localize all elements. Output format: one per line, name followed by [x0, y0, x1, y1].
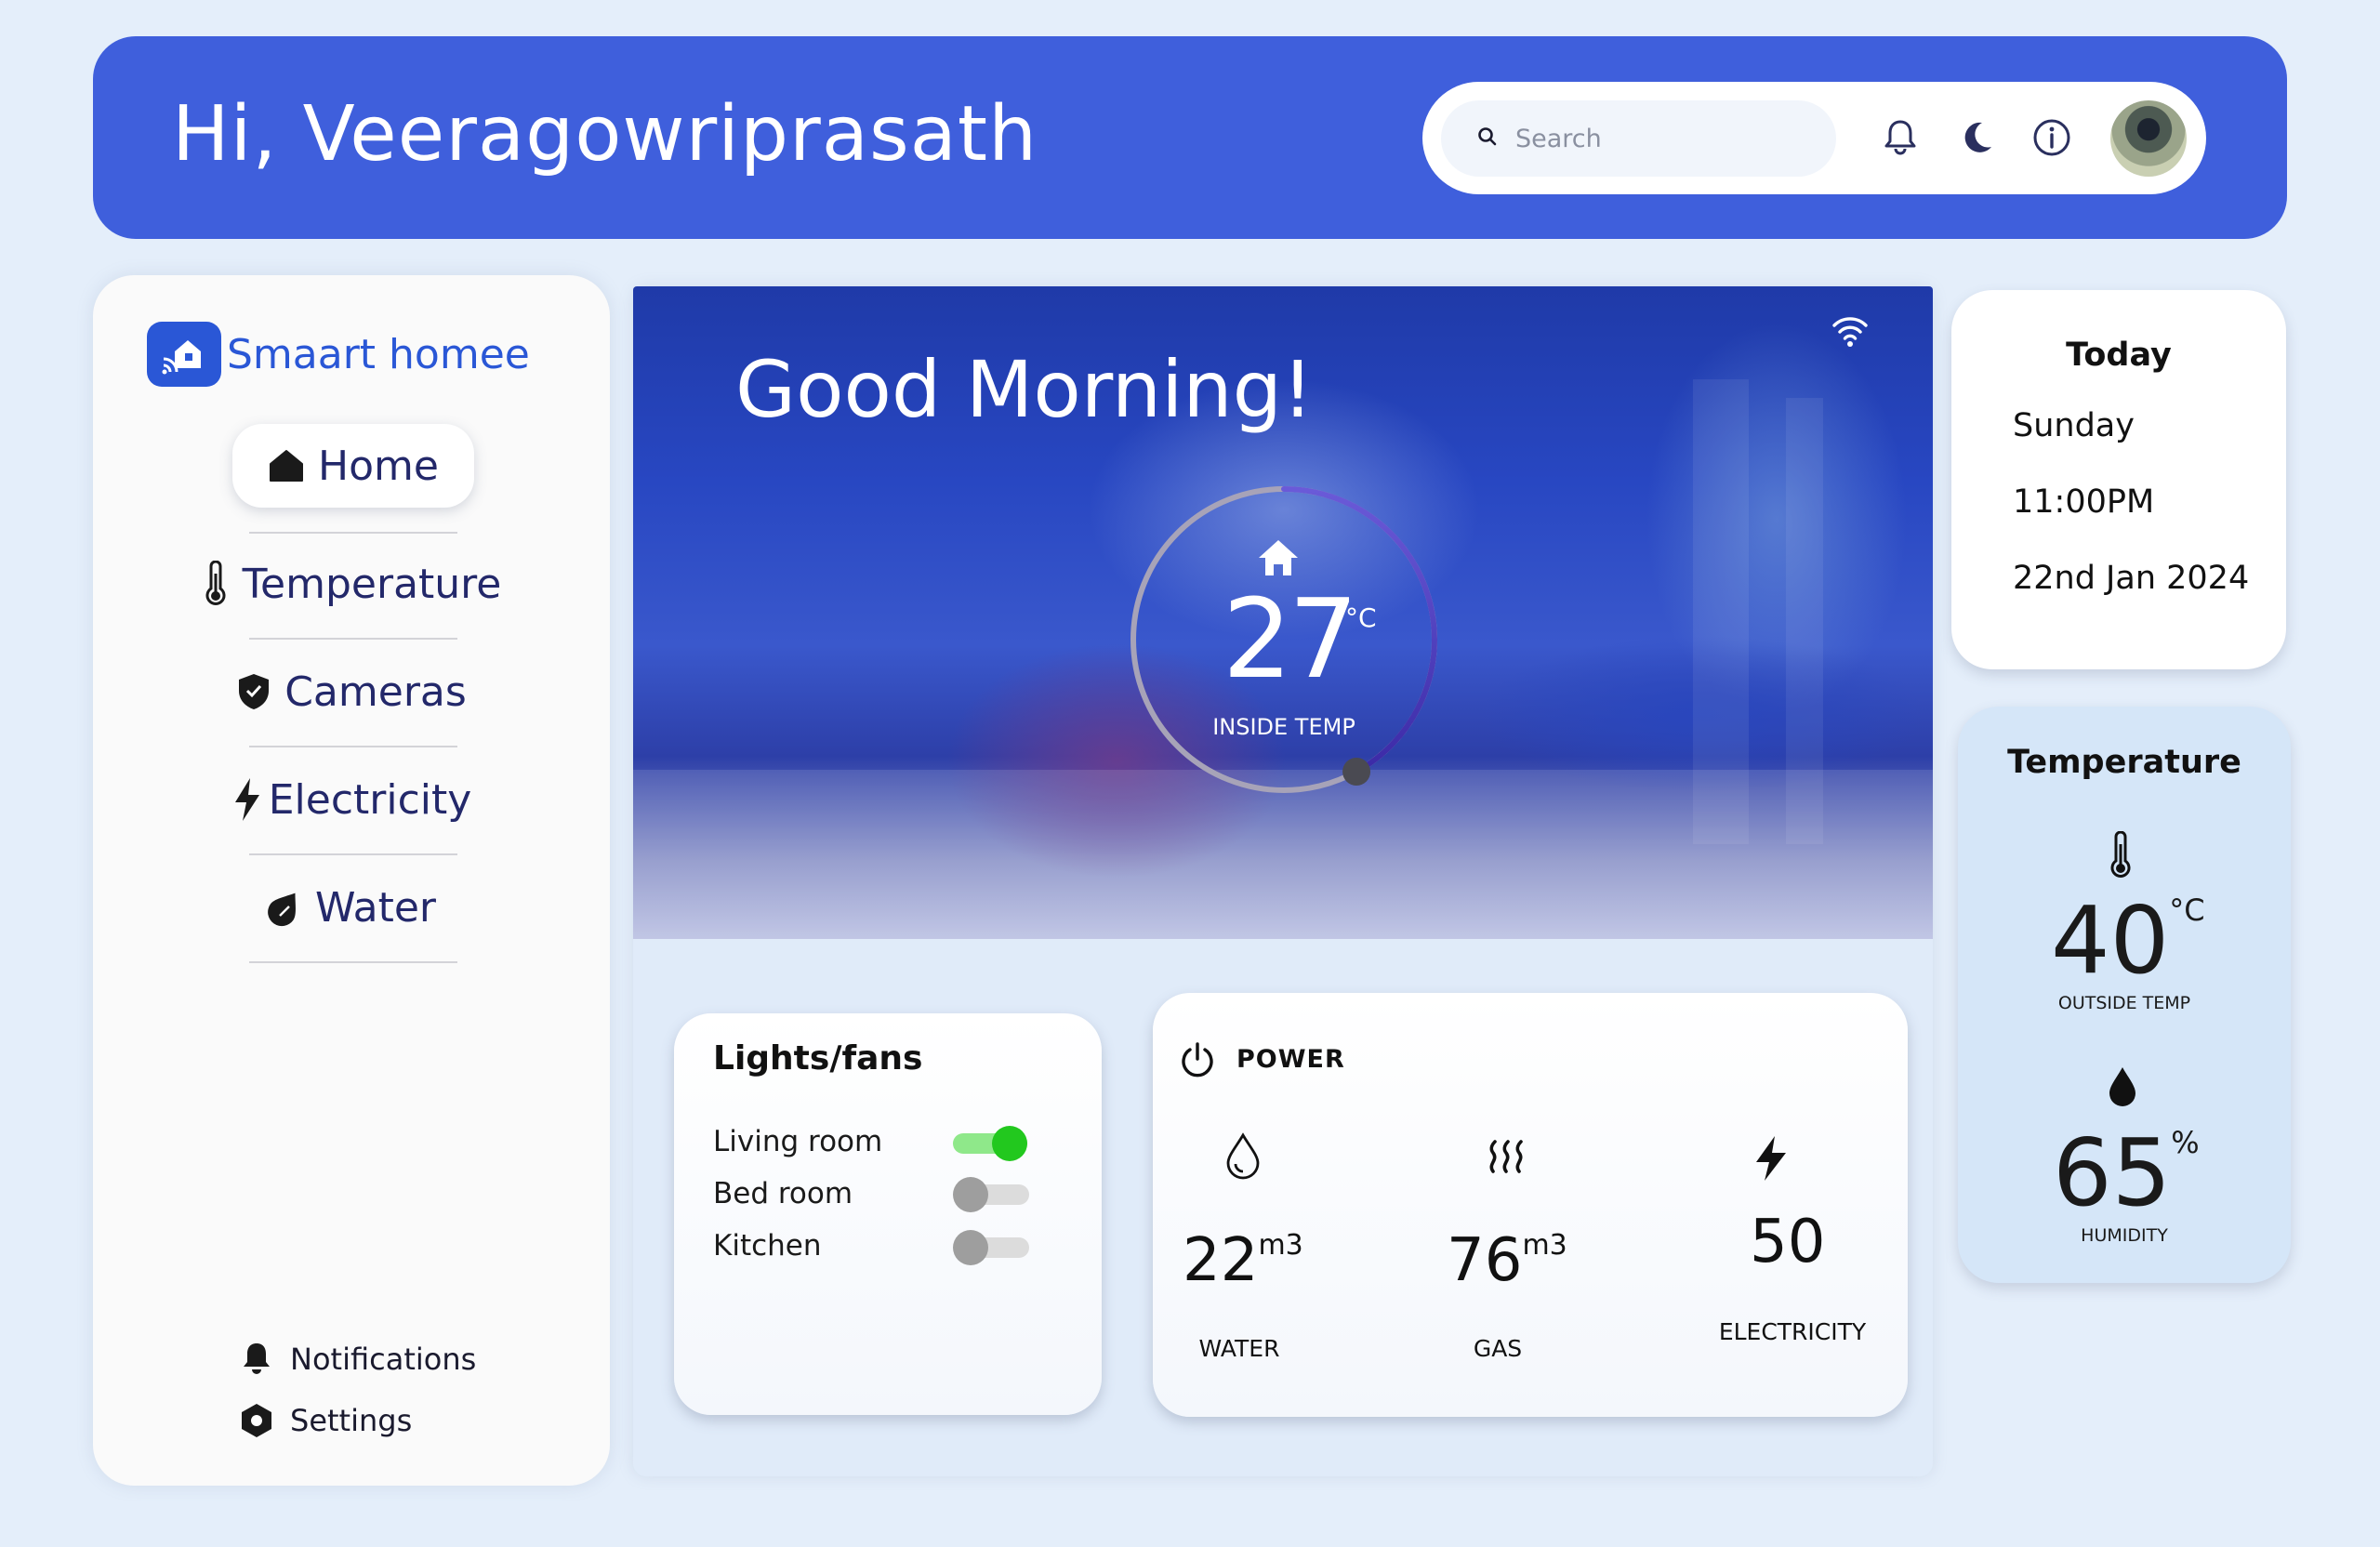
brand[interactable]: Smaart homee	[147, 322, 530, 387]
sidebar-item-label: Electricity	[268, 775, 472, 824]
electricity-usage: 50	[1750, 1212, 1825, 1272]
outside-temp-unit: °C	[2169, 892, 2205, 928]
sidebar-item-electricity[interactable]: Electricity	[93, 762, 610, 837]
gas-usage: 76m3	[1447, 1229, 1567, 1290]
water-usage: 22m3	[1183, 1229, 1303, 1290]
power-title: POWER	[1236, 1045, 1345, 1074]
avatar[interactable]	[2110, 100, 2187, 177]
bolt-icon	[1752, 1134, 1790, 1186]
power-icon[interactable]	[1179, 1041, 1216, 1082]
sidebar-item-temperature[interactable]: Temperature	[93, 547, 610, 621]
search-input[interactable]	[1515, 124, 1794, 153]
sidebar-item-label: Notifications	[290, 1342, 477, 1377]
room-label-living: Living room	[713, 1125, 883, 1158]
bolt-icon	[231, 776, 263, 823]
smart-home-logo-icon	[147, 322, 221, 387]
sidebar: Smaart homee Home Temperature Cameras El…	[93, 275, 610, 1486]
temperature-card: Temperature 40°C OUTSIDE TEMP 65% HUMIDI…	[1958, 707, 2291, 1283]
divider	[249, 746, 457, 747]
header-toolbar	[1422, 82, 2206, 194]
sidebar-item-label: Settings	[290, 1403, 413, 1438]
bell-icon	[238, 1341, 275, 1378]
sidebar-item-label: Home	[318, 442, 439, 490]
sidebar-item-label: Cameras	[284, 668, 467, 716]
sidebar-item-water[interactable]: Water	[93, 870, 610, 945]
electricity-value: 50	[1750, 1208, 1826, 1276]
bell-icon[interactable]	[1878, 115, 1923, 160]
water-label: WATER	[1198, 1335, 1280, 1362]
toggle-kitchen[interactable]	[953, 1230, 1029, 1265]
inside-temp-unit: °C	[1345, 602, 1377, 633]
dial-handle[interactable]	[1342, 757, 1371, 786]
toggle-living-room[interactable]	[953, 1126, 1027, 1161]
room-label-bedroom: Bed room	[713, 1177, 853, 1210]
home-icon	[268, 448, 305, 483]
gas-label: GAS	[1473, 1335, 1523, 1362]
humidity-unit: %	[2171, 1125, 2200, 1160]
toggle-knob	[953, 1230, 988, 1265]
hero-banner: Good Morning! 27 °C INSIDE TEMP	[633, 286, 1933, 939]
hero-title: Good Morning!	[735, 344, 1314, 435]
brand-name: Smaart homee	[227, 330, 530, 378]
sidebar-item-notifications[interactable]: Notifications	[238, 1341, 476, 1378]
moon-icon[interactable]	[1954, 115, 1999, 160]
settings-icon	[238, 1402, 275, 1439]
humidity-value: 65	[2053, 1118, 2172, 1227]
water-drop-icon	[1223, 1132, 1263, 1184]
toggle-knob	[992, 1126, 1027, 1161]
greeting-title: Hi, Veeragowriprasath	[172, 90, 1038, 178]
today-time: 11:00PM	[2013, 483, 2155, 521]
shield-icon	[236, 672, 271, 711]
outside-temp-value: 40	[2051, 886, 2170, 995]
divider	[249, 961, 457, 963]
toggle-bed-room[interactable]	[953, 1177, 1029, 1212]
search-bar[interactable]	[1441, 100, 1836, 177]
divider	[249, 638, 457, 640]
today-title: Today	[2066, 337, 2172, 374]
thermometer-icon	[202, 561, 230, 607]
search-icon	[1476, 126, 1499, 152]
sidebar-item-cameras[interactable]: Cameras	[93, 654, 610, 729]
sidebar-item-label: Temperature	[242, 560, 502, 608]
humidity: 65%	[2053, 1125, 2200, 1220]
today-date: 22nd Jan 2024	[2013, 560, 2250, 597]
sidebar-item-label: Water	[314, 883, 437, 932]
sidebar-item-settings[interactable]: Settings	[238, 1402, 412, 1439]
power-card: POWER 22m3 WATER 76m3 GAS 50 ELECTRICITY	[1153, 993, 1908, 1417]
thermometer-icon	[2108, 830, 2134, 883]
info-icon[interactable]	[2030, 115, 2074, 160]
temperature-card-title: Temperature	[2007, 744, 2241, 781]
water-drop-icon	[2107, 1065, 2138, 1112]
gas-value: 76	[1447, 1226, 1523, 1295]
wifi-icon[interactable]	[1831, 312, 1870, 355]
top-header: Hi, Veeragowriprasath	[93, 36, 2287, 239]
today-card: Today Sunday 11:00PM 22nd Jan 2024	[1951, 290, 2286, 669]
room-label-kitchen: Kitchen	[713, 1229, 822, 1263]
water-unit: m3	[1258, 1229, 1303, 1262]
sidebar-item-home[interactable]: Home	[232, 424, 474, 508]
toggle-knob	[953, 1177, 988, 1212]
lights-fans-card: Lights/fans Living room Bed room Kitchen	[674, 1013, 1102, 1415]
gas-unit: m3	[1522, 1229, 1567, 1262]
inside-temp-label: INSIDE TEMP	[1212, 714, 1355, 740]
water-value: 22	[1183, 1226, 1259, 1295]
humidity-label: HUMIDITY	[2081, 1225, 2168, 1246]
heat-waves-icon	[1486, 1138, 1528, 1181]
inside-temp-value: 27	[1222, 575, 1358, 703]
divider	[249, 853, 457, 855]
divider	[249, 532, 457, 534]
water-drop-icon	[267, 888, 302, 927]
lights-card-title: Lights/fans	[713, 1039, 923, 1078]
outside-temp-label: OUTSIDE TEMP	[2057, 993, 2191, 1013]
outside-temp: 40°C	[2051, 892, 2205, 987]
today-day: Sunday	[2013, 407, 2135, 444]
electricity-label: ELECTRICITY	[1718, 1318, 1867, 1345]
